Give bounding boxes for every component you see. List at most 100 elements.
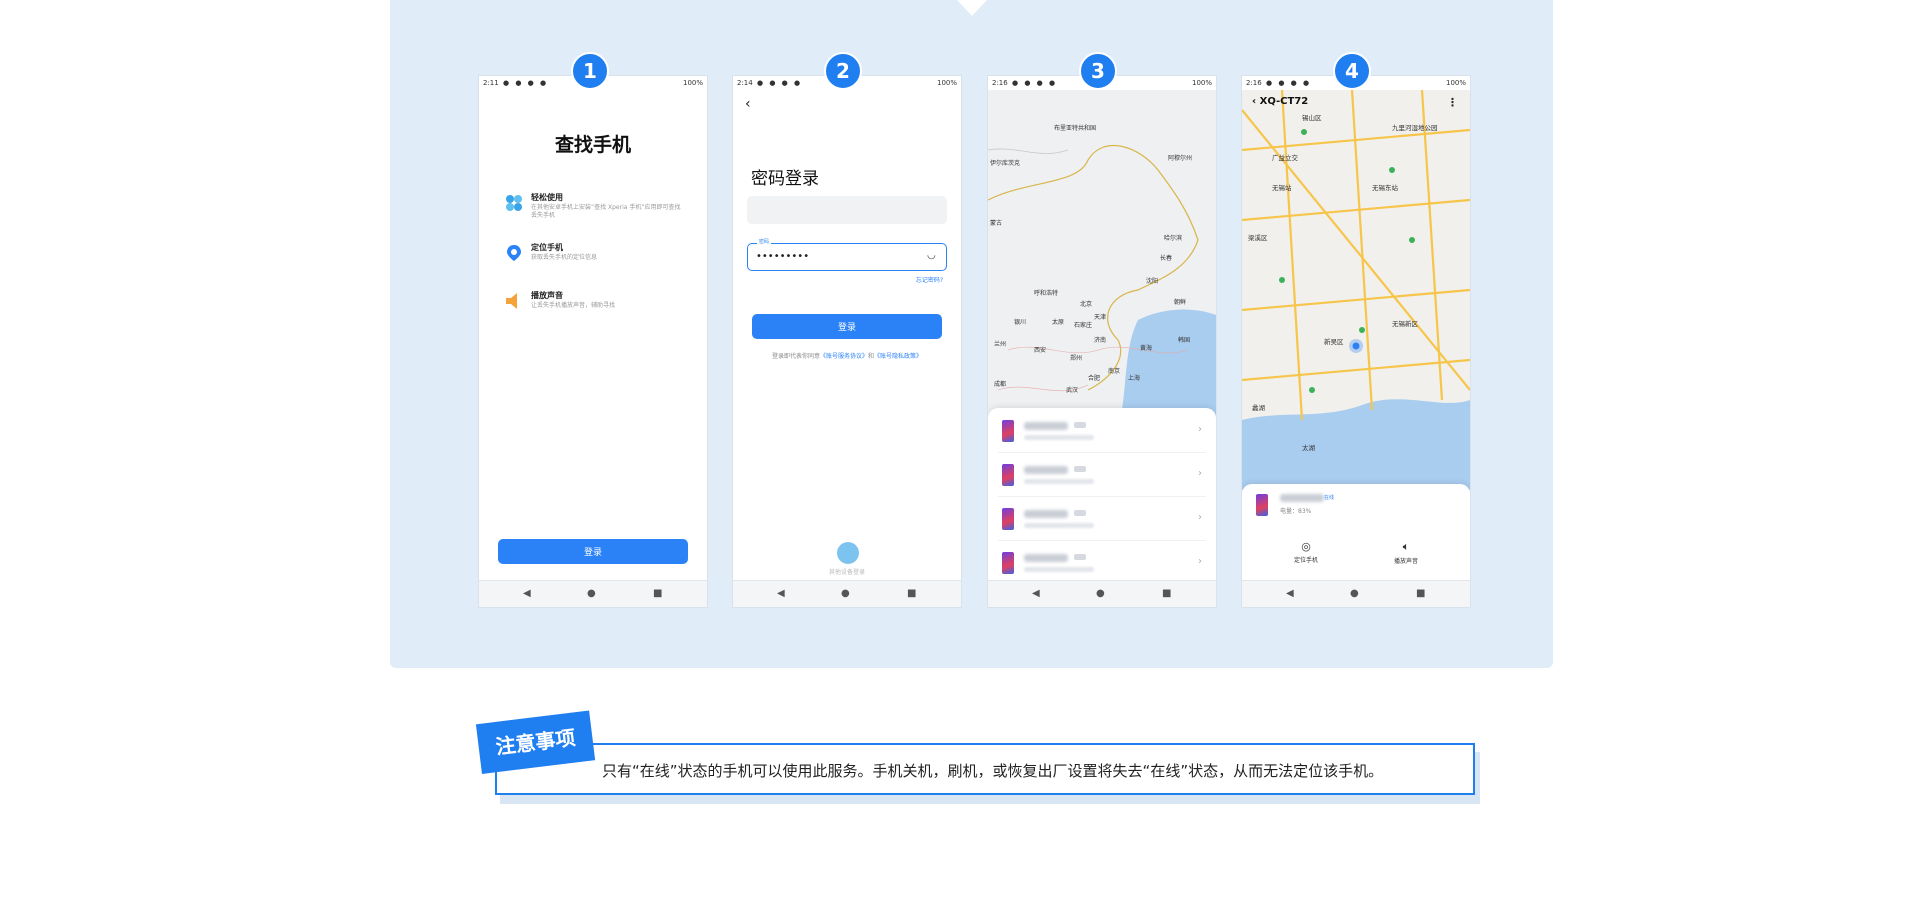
map-label: 广益立交 bbox=[1272, 153, 1299, 162]
login-button[interactable]: 登录 bbox=[752, 314, 942, 339]
phone-screen-1: 2:11 ● ● ● ● 100% 查找手机 轻松使用 在其他安卓手机上安装“查… bbox=[479, 76, 707, 607]
status-time: 2:11 bbox=[483, 79, 499, 87]
map-label: 石家庄 bbox=[1074, 321, 1092, 329]
status-icons: ● ● ● ● bbox=[757, 79, 803, 87]
chevron-right-icon: › bbox=[1198, 512, 1202, 523]
step-badge-4: 4 bbox=[1333, 52, 1371, 90]
nav-recent-icon[interactable]: ■ bbox=[907, 588, 916, 599]
action-label: 定位手机 bbox=[1293, 557, 1318, 564]
play-sound-action[interactable]: 🔈︎ 播放声音 bbox=[1376, 540, 1436, 565]
phone-thumbnail bbox=[1002, 552, 1014, 574]
phone-device-icon[interactable] bbox=[837, 542, 859, 564]
back-arrow-icon[interactable]: ‹ bbox=[745, 96, 751, 112]
phone-thumbnail bbox=[1002, 464, 1014, 486]
status-time: 2:16 bbox=[1246, 79, 1262, 87]
page-title: 密码登录 bbox=[751, 169, 819, 189]
phone-thumbnail bbox=[1002, 508, 1014, 530]
map-label: 武汉 bbox=[1066, 386, 1078, 394]
password-field[interactable]: ••••••••• bbox=[747, 243, 947, 271]
map-label: 银川 bbox=[1014, 318, 1026, 326]
map-label: 呼和浩特 bbox=[1034, 289, 1058, 297]
nav-back-icon[interactable]: ◀ bbox=[523, 588, 531, 599]
page-title: 查找手机 bbox=[554, 134, 631, 156]
map-label: 上海 bbox=[1128, 374, 1140, 382]
more-menu-icon[interactable]: ⋮ bbox=[1447, 96, 1458, 109]
map-label: 蒙古 bbox=[990, 219, 1002, 227]
nav-home-icon[interactable]: ● bbox=[1350, 588, 1359, 599]
login-button[interactable]: 登录 bbox=[498, 539, 688, 564]
map-label: 西安 bbox=[1034, 346, 1046, 354]
location-target-icon: ◎ bbox=[1301, 540, 1311, 553]
feature-desc: 获取丢失手机的定位信息 bbox=[531, 254, 598, 261]
status-battery: 100% bbox=[682, 79, 703, 87]
nav-back-icon[interactable]: ◀ bbox=[1286, 588, 1294, 599]
map-label: 韩国 bbox=[1178, 336, 1190, 344]
map-label: 天津 bbox=[1094, 314, 1106, 321]
status-time: 2:14 bbox=[737, 79, 753, 87]
list-item[interactable]: › bbox=[998, 544, 1206, 585]
phone-thumbnail bbox=[1256, 494, 1268, 516]
device-name: XQ-CT72 bbox=[1259, 96, 1309, 107]
status-badge bbox=[1074, 510, 1086, 516]
nav-recent-icon[interactable]: ■ bbox=[653, 588, 662, 599]
phone-screen-2: 2:14 ● ● ● ● 100% ‹ 密码登录 ••••••••• 密码 ◡ … bbox=[733, 76, 961, 607]
eye-closed-icon[interactable]: ◡ bbox=[927, 250, 936, 261]
password-label: 密码 bbox=[757, 238, 772, 245]
feature-easy-use: 轻松使用 在其他安卓手机上安装“查找 Xperia 手机”应用即可查找丢失手机 bbox=[505, 192, 695, 232]
status-badge bbox=[1074, 554, 1086, 560]
petal-icon bbox=[506, 195, 522, 211]
map-label: 九里河湿地公园 bbox=[1392, 123, 1438, 132]
system-navbar: ◀ ● ■ bbox=[1242, 580, 1470, 607]
map-label: 南京 bbox=[1108, 367, 1120, 375]
status-badge bbox=[1074, 422, 1086, 428]
system-navbar: ◀ ● ■ bbox=[733, 580, 961, 607]
terms-link-service[interactable]: 《账号服务协议》 bbox=[820, 353, 868, 360]
terms-link-privacy[interactable]: 《账号隐私政策》 bbox=[874, 353, 922, 360]
country-map[interactable]: 布里亚特共和国 阿穆尔州 伊尔库茨克 蒙古 哈尔滨 长春 呼和浩特 北京 沈阳 … bbox=[988, 90, 1216, 430]
terms-prefix: 登录即代表你同意 bbox=[771, 353, 820, 360]
map-label: 合肥 bbox=[1088, 374, 1100, 382]
device-name-blurred bbox=[1024, 554, 1068, 562]
map-label: 布里亚特共和国 bbox=[1054, 124, 1096, 132]
chevron-right-icon: › bbox=[1198, 468, 1202, 479]
step-badge-2: 2 bbox=[824, 52, 862, 90]
map-label: 沈阳 bbox=[1146, 277, 1158, 285]
online-badge: 在线 bbox=[1324, 495, 1335, 501]
forgot-password-link[interactable]: 忘记密码? bbox=[916, 275, 943, 284]
city-map[interactable]: 锡山区 广益立交 无锡东站 新吴区 梁溪区 无锡新区 太湖 九里河湿地公园 无锡… bbox=[1242, 90, 1470, 490]
device-name-blurred bbox=[1280, 494, 1324, 502]
device-list: › › › › bbox=[988, 408, 1216, 585]
map-label: 新吴区 bbox=[1324, 337, 1344, 346]
status-battery: 100% bbox=[936, 79, 957, 87]
map-label: 成都 bbox=[994, 380, 1006, 388]
status-badge bbox=[1074, 466, 1086, 472]
status-battery: 100% bbox=[1191, 79, 1212, 87]
nav-recent-icon[interactable]: ■ bbox=[1416, 588, 1425, 599]
map-label: 锡山区 bbox=[1302, 113, 1322, 122]
map-label: 兰州 bbox=[994, 340, 1006, 348]
status-icons: ● ● ● ● bbox=[1012, 79, 1058, 87]
phone-screen-3: 2:16 ● ● ● ● 100% 布里亚特共和国 阿穆尔州 伊尔库茨克 蒙古 … bbox=[988, 76, 1216, 607]
nav-home-icon[interactable]: ● bbox=[841, 588, 850, 599]
locate-phone-action[interactable]: ◎ 定位手机 bbox=[1276, 540, 1336, 564]
map-label: 太原 bbox=[1052, 318, 1064, 326]
nav-back-icon[interactable]: ◀ bbox=[777, 588, 785, 599]
nav-back-icon[interactable]: ◀ bbox=[1032, 588, 1040, 599]
list-item[interactable]: › bbox=[998, 456, 1206, 497]
device-info-blurred bbox=[1024, 435, 1094, 440]
map-label: 阿穆尔州 bbox=[1168, 154, 1192, 162]
phone-thumbnail bbox=[1002, 420, 1014, 442]
list-item[interactable]: › bbox=[998, 500, 1206, 541]
notice-text: 只有“在线”状态的手机可以使用此服务。手机关机，刷机，或恢复出厂设置将失去“在线… bbox=[602, 762, 1384, 780]
list-item[interactable]: › bbox=[998, 412, 1206, 453]
device-card: 在线 电量：83% ◎ 定位手机 🔈︎ 播放声音 bbox=[1242, 484, 1470, 582]
map-label: 长春 bbox=[1160, 254, 1172, 262]
back-arrow-icon[interactable]: ‹ bbox=[1252, 96, 1260, 107]
nav-home-icon[interactable]: ● bbox=[587, 588, 596, 599]
device-name-blurred bbox=[1024, 422, 1068, 430]
username-field[interactable] bbox=[747, 196, 947, 224]
nav-recent-icon[interactable]: ■ bbox=[1162, 588, 1171, 599]
map-label: 济南 bbox=[1094, 336, 1106, 344]
nav-home-icon[interactable]: ● bbox=[1096, 588, 1105, 599]
status-battery: 100% bbox=[1445, 79, 1466, 87]
